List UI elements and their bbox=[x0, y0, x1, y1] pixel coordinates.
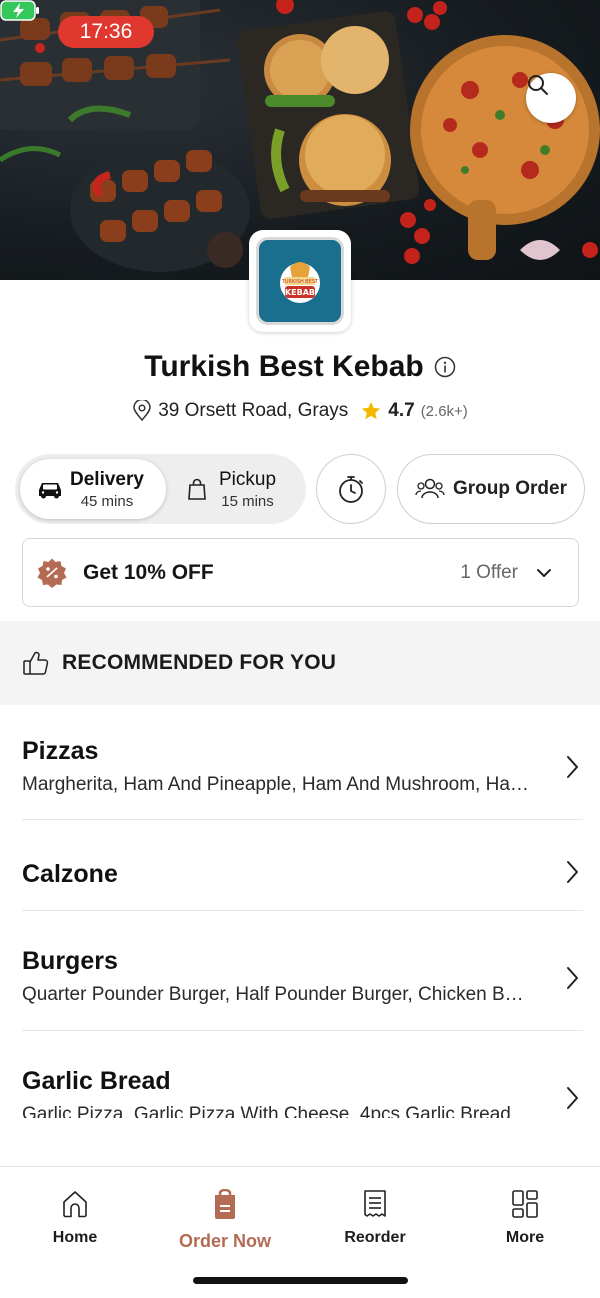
group-order-button[interactable]: Group Order bbox=[397, 454, 585, 524]
delivery-option[interactable]: Delivery 45 mins bbox=[20, 459, 166, 519]
home-icon bbox=[63, 1191, 87, 1218]
nav-label: Home bbox=[52, 1229, 98, 1246]
chevron-right-icon bbox=[567, 861, 578, 883]
car-icon bbox=[39, 483, 61, 499]
restaurant-logo: TURKISH BEST KEBAB bbox=[249, 230, 351, 332]
category-items: Margherita, Ham And Pineapple, Ham And M… bbox=[22, 774, 532, 795]
nav-reorder[interactable]: Reorder bbox=[315, 1189, 435, 1247]
search-icon bbox=[528, 75, 548, 95]
receipt-icon bbox=[364, 1190, 386, 1217]
battery-icon bbox=[0, 0, 39, 21]
category-row-burgers[interactable]: Burgers Quarter Pounder Burger, Half Pou… bbox=[0, 911, 600, 1031]
order-mode-toggle: Delivery 45 mins Pickup 15 mins bbox=[15, 454, 306, 524]
offer-title: Get 10% OFF bbox=[83, 560, 214, 584]
delivery-time: 45 mins bbox=[80, 492, 134, 510]
category-row-pizzas[interactable]: Pizzas Margherita, Ham And Pineapple, Ha… bbox=[0, 705, 600, 820]
grid-icon bbox=[512, 1190, 538, 1218]
nav-label: More bbox=[505, 1229, 545, 1246]
shopping-bag-icon bbox=[188, 478, 206, 500]
stopwatch-icon bbox=[339, 476, 363, 503]
restaurant-address: 39 Orsett Road, Grays bbox=[158, 400, 349, 421]
delivery-label: Delivery bbox=[70, 468, 144, 490]
nav-label: Order Now bbox=[178, 1231, 271, 1251]
offer-banner[interactable]: Get 10% OFF 1 Offer bbox=[22, 538, 579, 607]
nav-more[interactable]: More bbox=[465, 1189, 585, 1247]
chevron-down-icon bbox=[537, 568, 551, 577]
category-title: Garlic Bread bbox=[22, 1067, 171, 1095]
discount-badge-icon bbox=[37, 558, 67, 588]
thumbs-up-icon bbox=[23, 651, 49, 675]
category-items: Garlic Pizza, Garlic Pizza With Cheese, … bbox=[22, 1104, 511, 1118]
pickup-time: 15 mins bbox=[221, 492, 274, 510]
category-title: Burgers bbox=[22, 947, 118, 975]
group-users-icon bbox=[415, 478, 445, 499]
nav-order-now[interactable]: Order Now bbox=[165, 1189, 285, 1252]
svg-text:TURKISH BEST: TURKISH BEST bbox=[281, 279, 319, 285]
recommended-header: RECOMMENDED FOR YOU bbox=[0, 621, 600, 705]
search-button[interactable] bbox=[526, 73, 576, 123]
category-row-calzone[interactable]: Calzone bbox=[0, 820, 600, 910]
offer-count: 1 Offer bbox=[460, 561, 518, 583]
home-indicator bbox=[193, 1277, 408, 1284]
pickup-label: Pickup bbox=[219, 468, 277, 490]
rating-value: 4.7 bbox=[388, 400, 415, 421]
svg-text:KEBAB: KEBAB bbox=[285, 288, 315, 297]
restaurant-name: Turkish Best Kebab bbox=[144, 350, 424, 383]
schedule-button[interactable] bbox=[316, 454, 386, 524]
group-order-label: Group Order bbox=[452, 478, 567, 499]
chevron-right-icon bbox=[567, 1087, 578, 1109]
category-row-garlic-bread[interactable]: Garlic Bread Garlic Pizza, Garlic Pizza … bbox=[0, 1031, 600, 1118]
recommended-label: RECOMMENDED FOR YOU bbox=[62, 651, 337, 674]
info-icon[interactable] bbox=[434, 356, 456, 378]
nav-label: Reorder bbox=[344, 1229, 406, 1246]
rating-count: (2.6k+) bbox=[420, 402, 468, 420]
chevron-right-icon bbox=[567, 967, 578, 989]
category-items: Quarter Pounder Burger, Half Pounder Bur… bbox=[22, 984, 532, 1005]
nav-home[interactable]: Home bbox=[15, 1189, 135, 1247]
category-title: Pizzas bbox=[22, 737, 99, 765]
location-pin-icon bbox=[133, 400, 151, 422]
category-title: Calzone bbox=[22, 860, 118, 888]
star-icon bbox=[362, 401, 381, 420]
kebab-logo-icon: TURKISH BEST KEBAB bbox=[280, 262, 320, 303]
status-time: 17:36 bbox=[58, 16, 154, 48]
order-bag-icon bbox=[215, 1189, 235, 1219]
chevron-right-icon bbox=[567, 756, 578, 778]
pickup-option[interactable]: Pickup 15 mins bbox=[187, 459, 302, 519]
